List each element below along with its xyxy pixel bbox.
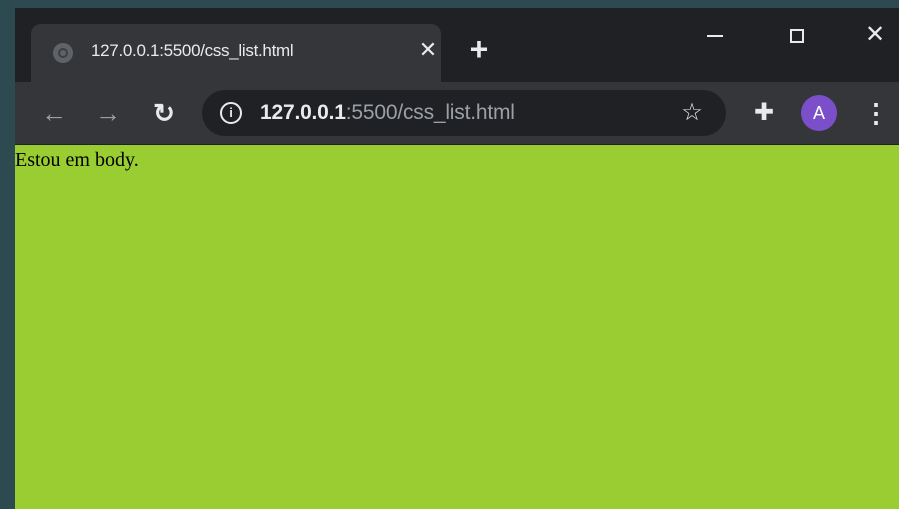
tab-active[interactable]: 127.0.0.1:5500/css_list.html ✕ — [31, 24, 441, 82]
tab-strip: 127.0.0.1:5500/css_list.html ✕ + ✕ — [15, 8, 899, 82]
browser-window: 127.0.0.1:5500/css_list.html ✕ + ✕ ← → ↻… — [15, 8, 899, 509]
url-text[interactable]: 127.0.0.1:5500/css_list.html — [260, 101, 515, 125]
new-tab-button[interactable]: + — [465, 33, 493, 65]
minimize-icon — [707, 34, 723, 37]
tab-title: 127.0.0.1:5500/css_list.html — [91, 41, 294, 60]
page-viewport: Estou em body. — [15, 145, 899, 509]
maximize-icon — [790, 28, 804, 43]
kebab-menu-icon[interactable]: ⋮ — [863, 96, 889, 130]
body-text: Estou em body. — [15, 149, 139, 171]
back-button[interactable]: ← — [37, 96, 71, 130]
globe-icon — [53, 43, 73, 63]
maximize-button[interactable] — [777, 20, 817, 50]
close-window-button[interactable]: ✕ — [855, 20, 895, 50]
extensions-puzzle-icon[interactable]: ✚ — [747, 96, 781, 130]
forward-button[interactable]: → — [91, 96, 125, 130]
minimize-button[interactable] — [695, 20, 735, 50]
bookmark-star-icon[interactable]: ☆ — [678, 99, 706, 127]
url-host: 127.0.0.1 — [260, 101, 346, 124]
browser-toolbar: ← → ↻ i 127.0.0.1:5500/css_list.html ☆ ✚… — [15, 82, 899, 144]
reload-button[interactable]: ↻ — [147, 96, 181, 130]
address-bar[interactable]: i 127.0.0.1:5500/css_list.html ☆ — [202, 90, 726, 136]
profile-avatar[interactable]: A — [801, 95, 837, 131]
close-tab-icon[interactable]: ✕ — [417, 38, 439, 62]
info-icon[interactable]: i — [220, 102, 242, 124]
url-path: :5500/css_list.html — [345, 101, 515, 124]
